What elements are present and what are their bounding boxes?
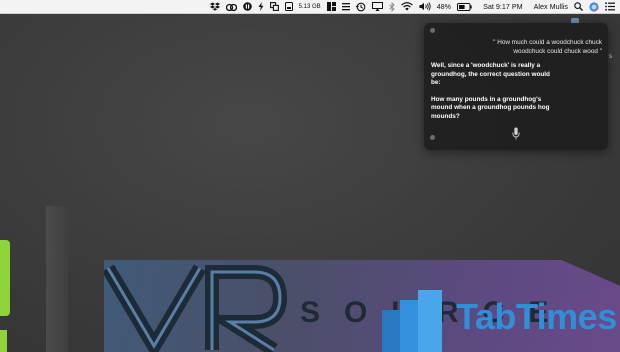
- siri-dot-bottom: [430, 135, 435, 140]
- battery-icon[interactable]: [457, 0, 472, 13]
- siri-answer-line: How many pounds in a groundhog's mound w…: [431, 95, 550, 120]
- pause-icon[interactable]: [242, 0, 252, 13]
- tabtimes-logo-icon: [382, 290, 442, 352]
- offscreen-text-fragment: s: [609, 54, 612, 60]
- siri-icon[interactable]: [589, 0, 599, 13]
- battery-percent[interactable]: 48%: [437, 0, 451, 13]
- creative-cloud-icon[interactable]: [225, 0, 237, 13]
- vr-logo-icon: [104, 264, 288, 352]
- time-machine-icon[interactable]: [355, 0, 366, 13]
- tabtimes-brand-text: TabTimes: [456, 296, 617, 337]
- grid-icon[interactable]: [326, 0, 336, 13]
- copy-icon[interactable]: [269, 0, 279, 13]
- lines-icon[interactable]: [341, 0, 350, 13]
- microphone-icon[interactable]: [512, 127, 520, 141]
- dropbox-icon[interactable]: [209, 0, 220, 13]
- menubar-user-name[interactable]: Alex Mullis: [534, 0, 568, 13]
- siri-panel: " How much could a woodchuck chuck woodc…: [424, 23, 608, 150]
- disk-space-readout[interactable]: 5.13 GB: [299, 0, 321, 13]
- notification-center-icon[interactable]: [605, 0, 615, 13]
- spotlight-icon[interactable]: [574, 0, 583, 13]
- bluetooth-icon[interactable]: [388, 0, 395, 13]
- wifi-icon[interactable]: [400, 0, 413, 13]
- menu-bar: 5.13 GB 48% Sat 9:17 PM Alex Mullis: [0, 0, 620, 14]
- disk-icon[interactable]: [284, 0, 293, 13]
- siri-dot-top: [430, 28, 435, 33]
- siri-answer-line: Well, since a 'woodchuck' is really a gr…: [431, 62, 550, 87]
- siri-answer: Well, since a 'woodchuck' is really a gr…: [431, 62, 551, 130]
- wallpaper-grey-post: [46, 206, 68, 352]
- wallpaper-green-tip: [0, 330, 7, 352]
- volume-icon[interactable]: [419, 0, 431, 13]
- airplay-icon[interactable]: [371, 0, 383, 13]
- siri-query-text[interactable]: " How much could a woodchuck chuck woodc…: [484, 39, 602, 56]
- bolt-icon[interactable]: [258, 0, 264, 13]
- wallpaper-green-bar: [0, 240, 10, 316]
- menubar-clock[interactable]: Sat 9:17 PM: [483, 0, 523, 13]
